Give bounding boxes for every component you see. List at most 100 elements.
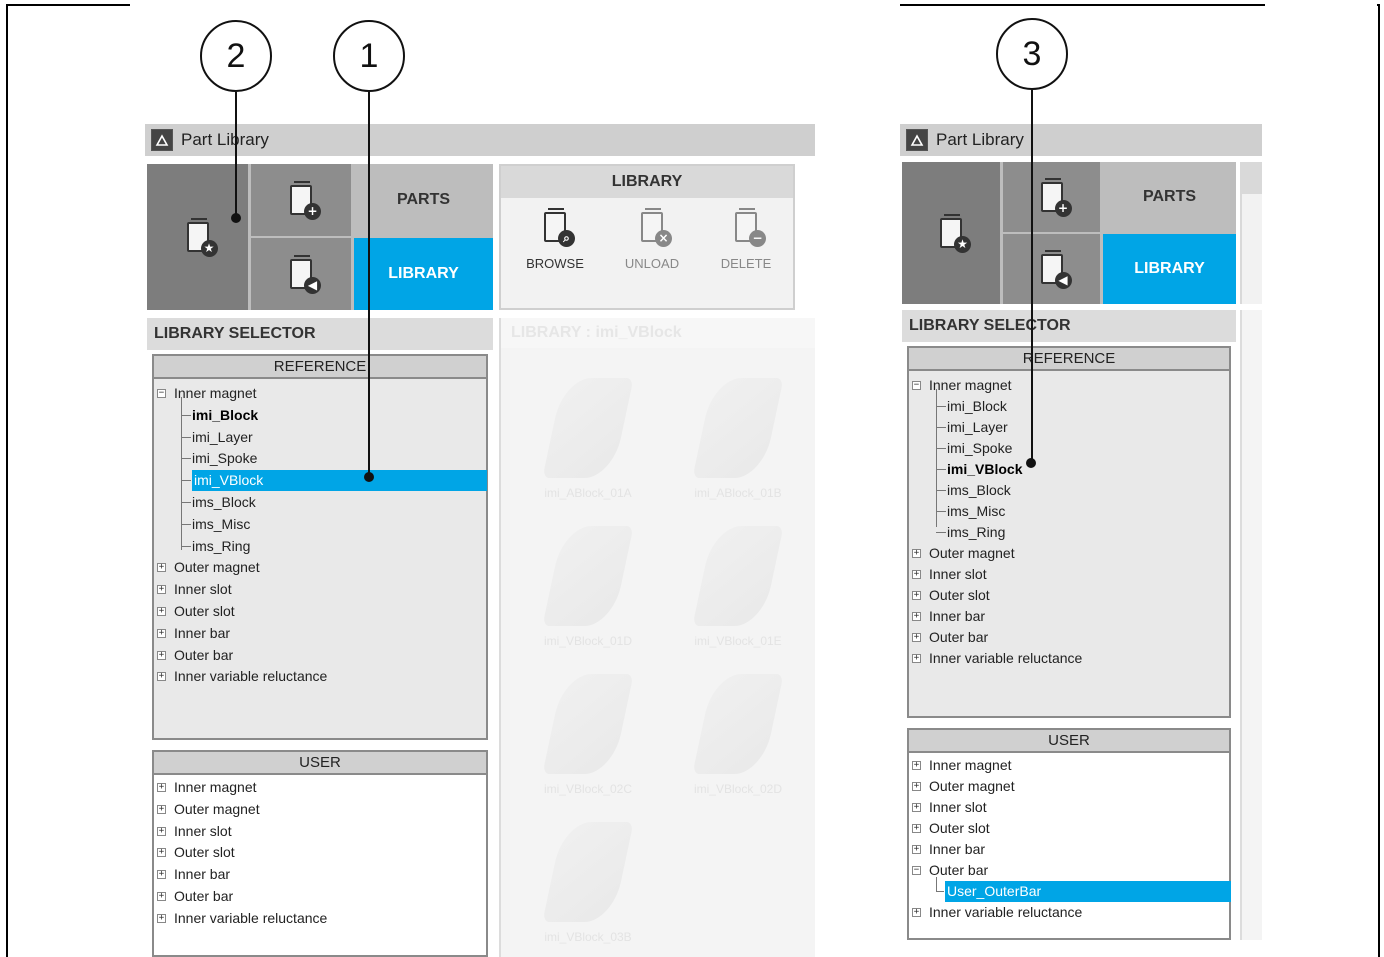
tree-node[interactable]: imi_Spoke (192, 448, 257, 469)
tree-expander-icon[interactable]: + (157, 650, 166, 660)
tree-expander-icon[interactable]: + (912, 570, 921, 579)
tree-node[interactable]: ims_Block (192, 492, 256, 513)
tree-expander-icon[interactable]: − (157, 389, 166, 398)
add-library-tile[interactable]: + (1003, 162, 1100, 232)
tree-node[interactable]: Inner magnet (929, 755, 1012, 776)
delete-button[interactable]: − DELETE (701, 208, 791, 271)
tree-node[interactable]: ims_Misc (947, 501, 1005, 522)
tree-expander-icon[interactable]: + (157, 913, 166, 923)
tree-node[interactable]: Inner slot (929, 564, 987, 585)
tree-expander-icon[interactable]: + (912, 591, 921, 600)
tree-node[interactable]: ims_Ring (192, 536, 250, 557)
tree-node[interactable]: Outer slot (174, 601, 235, 622)
tree-node[interactable]: imi_Layer (192, 427, 253, 448)
tree-node[interactable]: Inner bar (174, 864, 230, 885)
library-actions-group: LIBRARY ⌕ BROWSE × UNLOAD − DELETE (499, 164, 795, 310)
tree-node[interactable]: ims_Block (947, 480, 1011, 501)
tree-expander-icon[interactable]: + (157, 628, 166, 638)
import-library-tile[interactable]: ◀ (1003, 234, 1100, 304)
tree-node[interactable]: Inner variable reluctance (174, 908, 327, 929)
tree-expander-icon[interactable]: + (912, 803, 921, 812)
reference-header: REFERENCE (154, 356, 486, 379)
user-tree-body: + Inner magnet + Outer magnet + Inner slot + Ou… (909, 753, 1231, 938)
tree-expander-icon[interactable]: + (912, 654, 921, 663)
tree-expander-icon[interactable]: + (157, 585, 166, 595)
tree-node[interactable]: Outer bar (929, 860, 988, 881)
library-tab[interactable]: LIBRARY (354, 238, 493, 310)
tree-expander-icon[interactable]: + (157, 607, 166, 616)
tree-node[interactable]: Outer bar (929, 627, 988, 648)
tree-node[interactable]: Inner variable reluctance (929, 648, 1082, 669)
library-part-thumbnail[interactable]: imi_ABlock_01A (513, 378, 663, 500)
tree-node[interactable]: imi_VBlock (947, 459, 1022, 480)
tree-expander-icon[interactable]: + (912, 633, 921, 642)
tree-expander-icon[interactable]: + (157, 826, 166, 836)
tree-node[interactable]: Outer slot (929, 585, 990, 606)
tree-node[interactable]: Outer magnet (174, 799, 260, 820)
library-add-icon: + (1040, 178, 1072, 217)
tree-node[interactable]: Inner bar (929, 839, 985, 860)
tree-node[interactable]: Inner slot (174, 821, 232, 842)
favorites-tile[interactable]: ★ (147, 164, 248, 310)
tree-node[interactable]: Inner magnet (174, 383, 257, 404)
tree-node[interactable]: Outer bar (174, 645, 233, 666)
library-part-thumbnail[interactable]: imi_VBlock_03B (513, 822, 663, 944)
tree-node[interactable]: Inner slot (929, 797, 987, 818)
library-tab[interactable]: LIBRARY (1103, 234, 1236, 304)
tree-expander-icon[interactable]: − (912, 866, 921, 875)
library-part-thumbnail[interactable]: imi_VBlock_02C (513, 674, 663, 796)
tree-expander-icon[interactable]: + (157, 892, 166, 901)
tree-node[interactable]: Outer magnet (174, 557, 260, 578)
part-name: imi_ABlock_01B (694, 486, 782, 500)
part-preview-icon (692, 378, 784, 478)
tree-expander-icon[interactable]: + (157, 848, 166, 858)
tree-node[interactable]: Inner bar (929, 606, 985, 627)
tree-node[interactable]: User_OuterBar (945, 881, 1231, 902)
tree-expander-icon[interactable]: + (157, 804, 166, 814)
tree-node[interactable]: Inner variable reluctance (174, 666, 327, 687)
tree-node[interactable]: imi_Spoke (947, 438, 1012, 459)
tree-expander-icon[interactable]: + (912, 549, 921, 558)
tree-expander-icon[interactable]: + (157, 870, 166, 880)
window-titlebar: Part Library (145, 124, 815, 156)
tree-node[interactable]: imi_VBlock (192, 470, 487, 492)
tree-node[interactable]: Outer bar (174, 886, 233, 907)
tree-node[interactable]: ims_Misc (192, 514, 250, 535)
add-library-tile[interactable]: + (251, 164, 351, 236)
library-part-thumbnail[interactable]: imi_VBlock_01E (663, 526, 813, 648)
tree-node[interactable]: Inner slot (174, 579, 232, 600)
tree-node[interactable]: imi_Layer (947, 417, 1008, 438)
library-contents-title: LIBRARY : imi_VBlock (501, 318, 815, 348)
tree-node[interactable]: imi_Block (947, 396, 1007, 417)
tree-expander-icon[interactable]: + (912, 761, 921, 770)
parts-tab[interactable]: PARTS (1103, 162, 1236, 232)
tree-line (936, 427, 946, 428)
tree-expander-icon[interactable]: + (912, 612, 921, 621)
tree-node[interactable]: Outer slot (174, 842, 235, 863)
tree-expander-icon[interactable]: + (912, 845, 921, 854)
tree-expander-icon[interactable]: + (157, 672, 166, 682)
tree-expander-icon[interactable]: + (912, 824, 921, 833)
tree-expander-icon[interactable]: + (157, 783, 166, 792)
tree-node[interactable]: Inner bar (174, 623, 230, 644)
tree-node[interactable]: Inner variable reluctance (929, 902, 1082, 923)
parts-tab[interactable]: PARTS (354, 164, 493, 236)
library-part-thumbnail[interactable]: imi_ABlock_01B (663, 378, 813, 500)
library-part-thumbnail[interactable]: imi_VBlock_01D (513, 526, 663, 648)
tree-node[interactable]: Inner magnet (174, 777, 257, 798)
import-library-tile[interactable]: ◀ (251, 238, 351, 310)
unload-button[interactable]: × UNLOAD (607, 208, 697, 271)
tree-expander-icon[interactable]: + (157, 563, 166, 573)
tree-node[interactable]: Inner magnet (929, 375, 1012, 396)
tree-node[interactable]: Outer slot (929, 818, 990, 839)
tree-node[interactable]: Outer magnet (929, 776, 1015, 797)
tree-node[interactable]: Outer magnet (929, 543, 1015, 564)
tree-expander-icon[interactable]: − (912, 381, 921, 390)
tree-expander-icon[interactable]: + (912, 908, 921, 917)
tree-node[interactable]: imi_Block (192, 405, 258, 426)
tree-node[interactable]: ims_Ring (947, 522, 1005, 543)
tree-expander-icon[interactable]: + (912, 782, 921, 791)
favorites-tile[interactable]: ★ (902, 162, 1000, 304)
browse-button[interactable]: ⌕ BROWSE (510, 208, 600, 271)
library-part-thumbnail[interactable]: imi_VBlock_02D (663, 674, 813, 796)
